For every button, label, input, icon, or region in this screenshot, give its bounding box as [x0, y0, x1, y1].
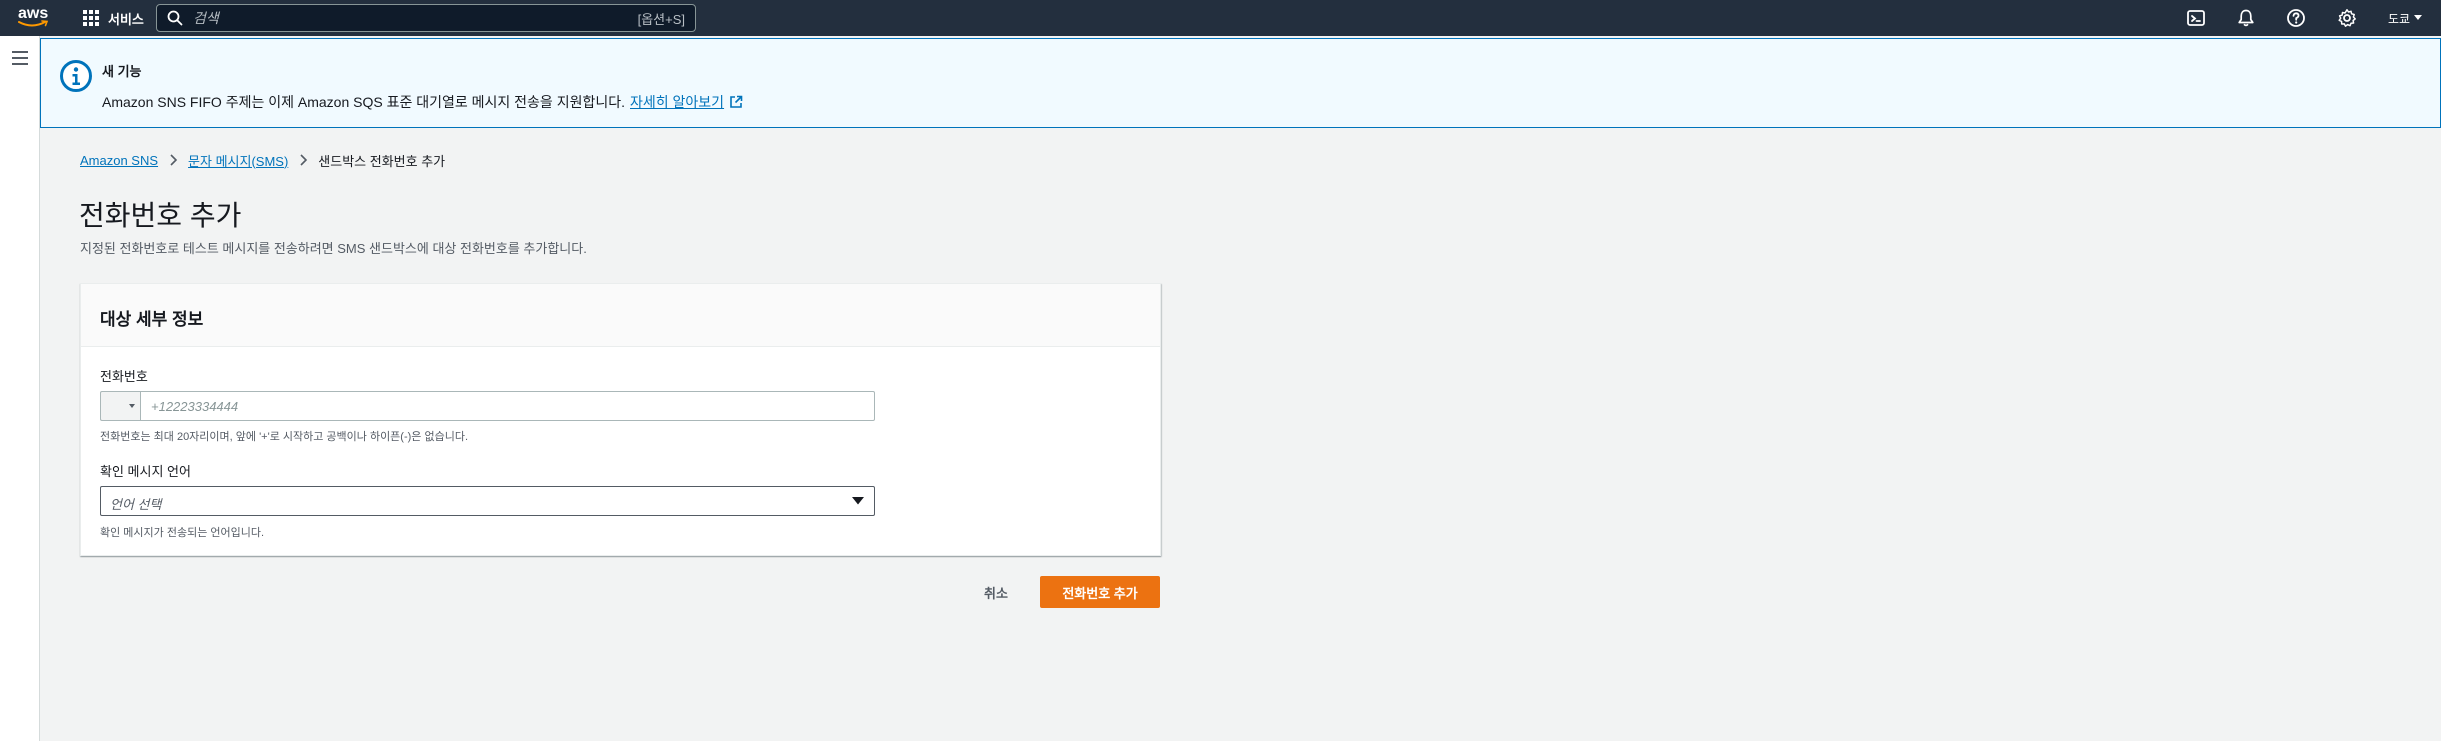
grid-icon [83, 10, 99, 26]
global-search[interactable]: [옵션+S] [156, 4, 696, 32]
panel-header: 대상 세부 정보 [81, 284, 1160, 347]
terminal-icon[interactable] [2186, 8, 2206, 28]
language-label: 확인 메시지 언어 [100, 464, 191, 479]
page-description: 지정된 전화번호로 테스트 메시지를 전송하려면 SMS 샌드박스에 대상 전화… [80, 241, 587, 256]
phone-number-input[interactable] [140, 391, 875, 421]
panel-title: 대상 세부 정보 [100, 310, 204, 329]
phone-number-field [100, 391, 875, 421]
destination-details-panel: 대상 세부 정보 전화번호 전화번호는 최대 20자리이며, 앞에 '+'로 시… [80, 283, 1161, 556]
language-select-value: 언어 선택 [110, 497, 162, 512]
flash-title: 새 기능 [102, 64, 142, 79]
search-input[interactable] [193, 10, 638, 26]
chevron-right-icon [170, 154, 178, 166]
country-code-select[interactable] [100, 391, 140, 421]
cancel-button[interactable]: 취소 [968, 576, 1024, 608]
flash-message-text: Amazon SNS FIFO 주제는 이제 Amazon SQS 표준 대기열… [102, 94, 625, 110]
chevron-right-icon [300, 154, 308, 166]
hamburger-icon[interactable] [11, 50, 29, 66]
bell-icon[interactable] [2236, 8, 2256, 28]
gear-icon[interactable] [2337, 8, 2357, 28]
phone-number-label: 전화번호 [100, 369, 148, 384]
caret-down-icon [129, 404, 135, 408]
breadcrumb-current: 샌드박스 전화번호 추가 [318, 153, 446, 169]
caret-down-icon [852, 497, 864, 505]
phone-number-hint: 전화번호는 최대 20자리이며, 앞에 '+'로 시작하고 공백이나 하이픈(-… [100, 431, 469, 443]
info-icon [60, 60, 92, 92]
aws-logo[interactable]: aws [18, 5, 52, 29]
services-label: 서비스 [108, 11, 144, 27]
learn-more-link[interactable]: 자세히 알아보기 [630, 92, 724, 112]
language-select[interactable]: 언어 선택 [100, 486, 875, 516]
services-menu-button[interactable]: 서비스 [82, 0, 144, 36]
breadcrumb-link-sms[interactable]: 문자 메시지(SMS) [188, 151, 288, 170]
region-selector[interactable]: 도쿄 [2388, 0, 2423, 36]
page-title: 전화번호 추가 [79, 200, 242, 231]
breadcrumb-link-amazon-sns[interactable]: Amazon SNS [80, 153, 158, 168]
caret-down-icon [2414, 15, 2423, 20]
region-label: 도쿄 [2388, 11, 2411, 26]
info-flashbar: 새 기능 Amazon SNS FIFO 주제는 이제 Amazon SQS 표… [40, 38, 2441, 128]
flash-message: Amazon SNS FIFO 주제는 이제 Amazon SQS 표준 대기열… [102, 92, 743, 112]
aws-smile-icon [18, 20, 49, 27]
external-link-icon[interactable] [729, 95, 743, 109]
search-shortcut: [옵션+S] [637, 11, 685, 27]
side-navigation-rail [0, 36, 40, 741]
help-icon[interactable] [2286, 8, 2306, 28]
add-phone-number-button[interactable]: 전화번호 추가 [1040, 576, 1160, 608]
search-icon [167, 10, 183, 26]
language-hint: 확인 메시지가 전송되는 언어입니다. [100, 527, 265, 539]
breadcrumb: Amazon SNS 문자 메시지(SMS) 샌드박스 전화번호 추가 [80, 151, 445, 169]
top-navigation: aws 서비스 [옵션+S] [0, 0, 2441, 36]
